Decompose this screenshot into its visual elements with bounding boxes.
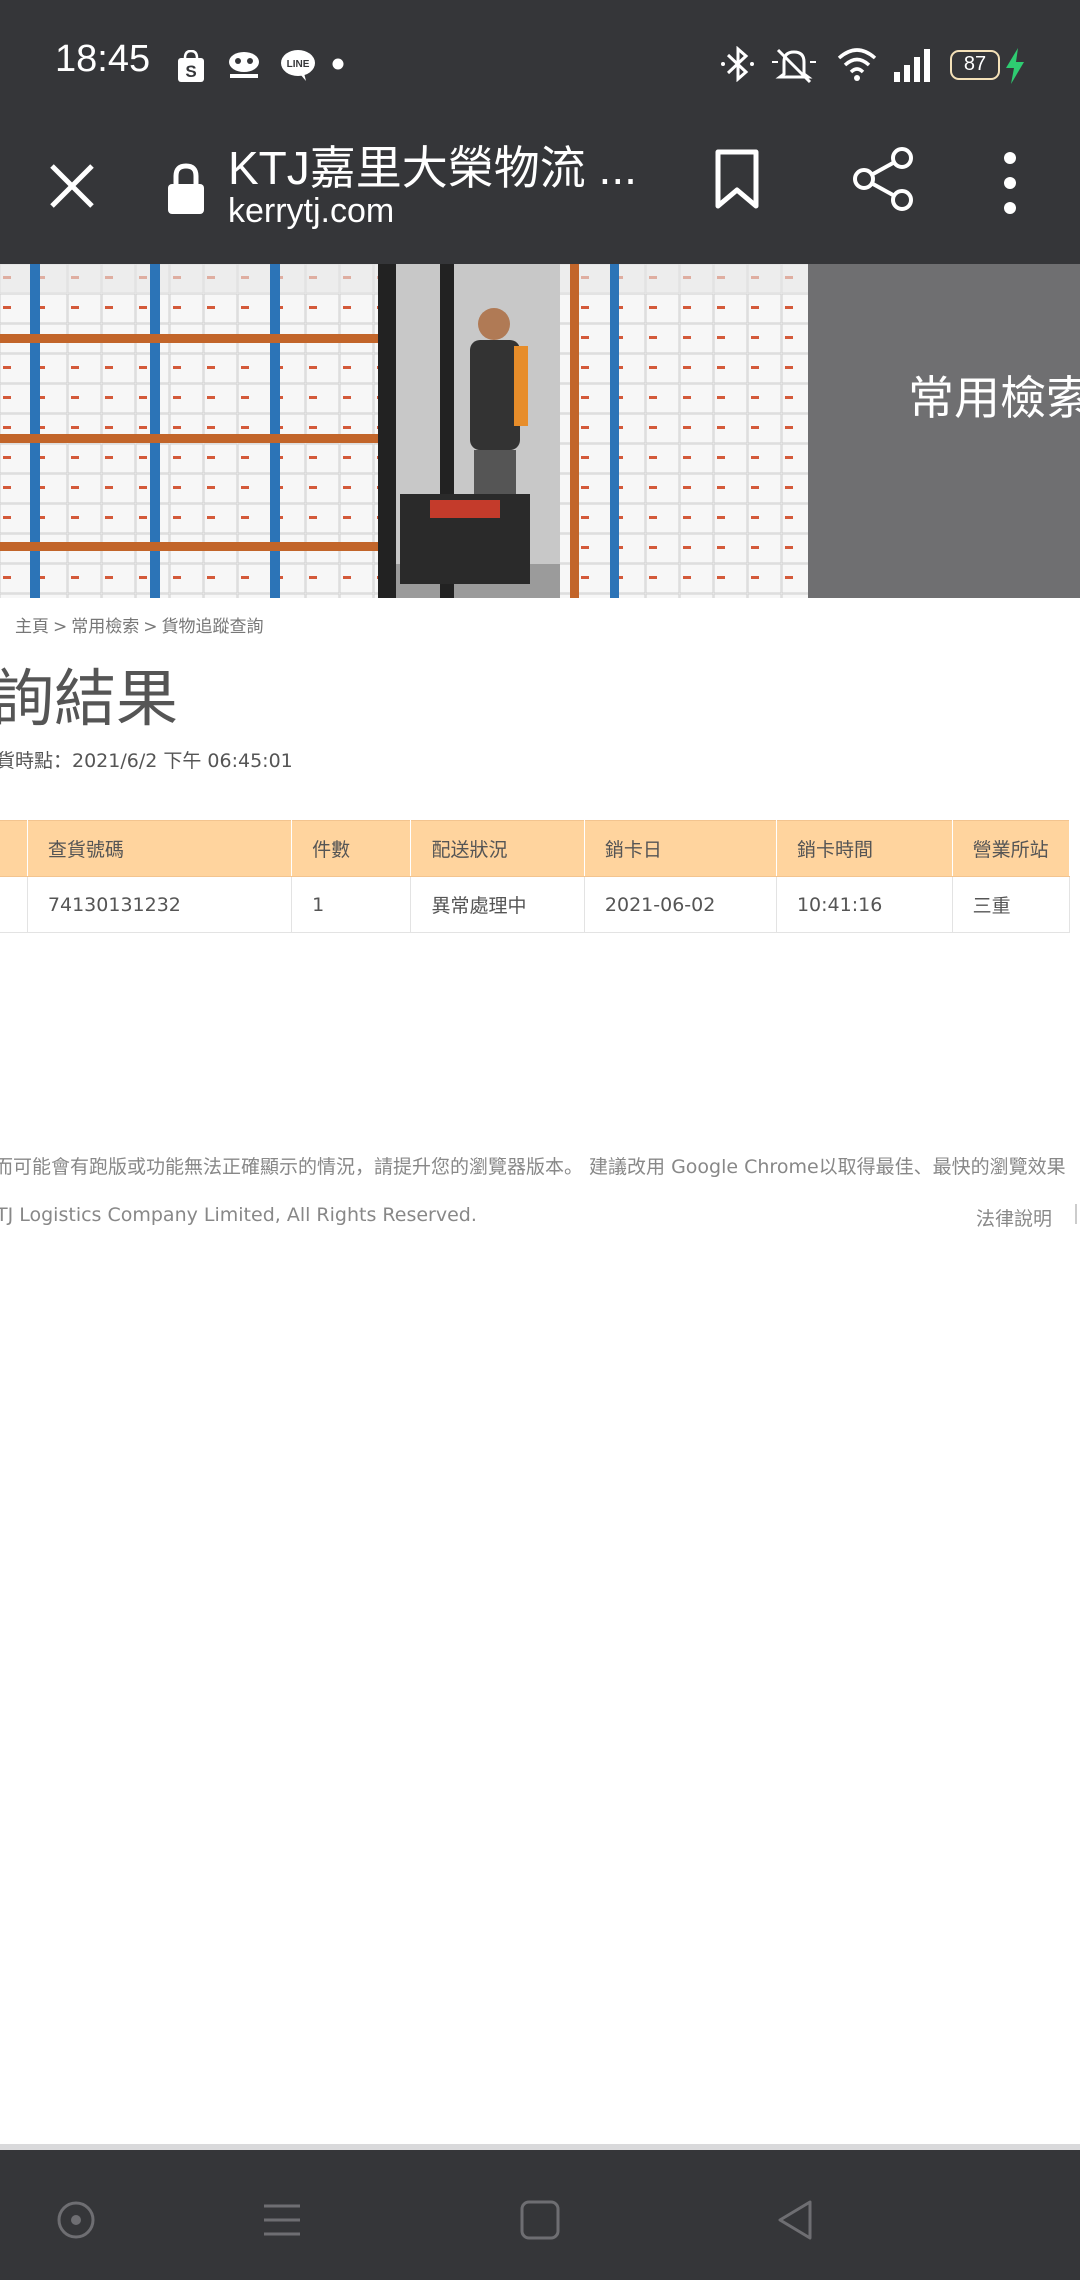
system-navigation-bar [0, 2150, 1080, 2280]
result-title: 詢結果 [0, 662, 179, 735]
wifi-icon [837, 48, 877, 81]
banner-title-panel: 常用檢索 [808, 264, 1080, 598]
hero-banner: 常用檢索 [0, 264, 1080, 598]
bookmark-icon[interactable] [712, 148, 762, 212]
column-header-pieces: 件數 [291, 820, 412, 877]
menu-icon[interactable] [262, 2202, 302, 2238]
breadcrumb-item-home[interactable]: 主頁 [15, 617, 49, 637]
svg-text:S: S [185, 62, 196, 81]
dot-icon [332, 58, 344, 70]
table-cell-date: 2021-06-02 [584, 876, 777, 933]
table-header-row: 查貨號碼 件數 配送狀況 銷卡日 銷卡時間 營業所站 [0, 820, 1071, 877]
browser-toolbar: KTJ嘉里大榮物流 ... kerrytj.com [0, 130, 1080, 264]
home-icon[interactable] [520, 2200, 560, 2240]
table-cell-time: 10:41:16 [776, 876, 953, 933]
page-title: KTJ嘉里大榮物流 ... [228, 142, 637, 194]
status-time: 18:45 [55, 38, 151, 80]
table-cell-tracking-number: 74130131232 [27, 876, 293, 933]
table-cell-branch: 三重 [952, 876, 1071, 933]
table-row: 74130131232 1 異常處理中 2021-06-02 10:41:16 … [0, 876, 1071, 933]
breadcrumb-item-search[interactable]: 常用檢索 [71, 617, 139, 637]
footer-divider [1075, 1204, 1077, 1224]
battery-icon: 87 [950, 50, 1000, 80]
shopee-icon: S [178, 50, 204, 82]
table-cell-pieces: 1 [291, 876, 412, 933]
svg-text:LINE: LINE [287, 59, 310, 70]
battery-level: 87 [963, 53, 987, 75]
column-header-tracking-number: 查貨號碼 [27, 820, 293, 877]
breadcrumb-prefix: ： [0, 617, 11, 637]
more-options-icon[interactable] [996, 150, 1024, 216]
charging-icon [1006, 48, 1024, 84]
page-url[interactable]: kerrytj.com [228, 192, 394, 231]
breadcrumb-item-tracking[interactable]: 貨物追蹤查詢 [162, 617, 264, 637]
column-header-delivery-status: 配送狀況 [410, 820, 585, 877]
query-time: 貨時點：2021/6/2 下午 06:45:01 [0, 750, 293, 772]
column-header-branch: 營業所站 [952, 820, 1071, 877]
back-icon[interactable] [774, 2198, 816, 2242]
banner-title: 常用檢索 [908, 371, 1080, 425]
share-icon[interactable] [850, 146, 916, 212]
bluetooth-icon [721, 46, 754, 82]
column-header-date: 銷卡日 [584, 820, 777, 877]
mute-icon [772, 48, 816, 84]
copyright: TJ Logistics Company Limited, All Rights… [0, 1204, 477, 1226]
tracking-results-table: 查貨號碼 件數 配送狀況 銷卡日 銷卡時間 營業所站 74130131232 1… [0, 820, 1071, 933]
warehouse-photo [0, 264, 808, 598]
legal-link[interactable]: 法律說明 [976, 1204, 1052, 1231]
column-header-edge [0, 820, 28, 877]
browser-notice: 而可能會有跑版或功能無法正確顯示的情況，請提升您的瀏覽器版本。 建議改用 Goo… [0, 1156, 1066, 1178]
status-bar: 18:45 S LINE 87 [0, 0, 1080, 130]
line-icon: LINE [281, 50, 315, 81]
breadcrumb-separator: > [53, 617, 68, 637]
breadcrumb: ：主頁>常用檢索>貨物追蹤查詢 [0, 612, 268, 637]
column-header-time: 銷卡時間 [776, 820, 953, 877]
assistant-icon[interactable] [56, 2200, 96, 2240]
close-icon[interactable] [42, 156, 102, 216]
table-cell-edge [0, 876, 28, 933]
table-cell-delivery-status: 異常處理中 [410, 876, 585, 933]
signal-icon [894, 49, 930, 82]
lock-icon[interactable] [166, 162, 206, 216]
gomaji-icon [229, 52, 259, 78]
breadcrumb-separator: > [143, 617, 158, 637]
